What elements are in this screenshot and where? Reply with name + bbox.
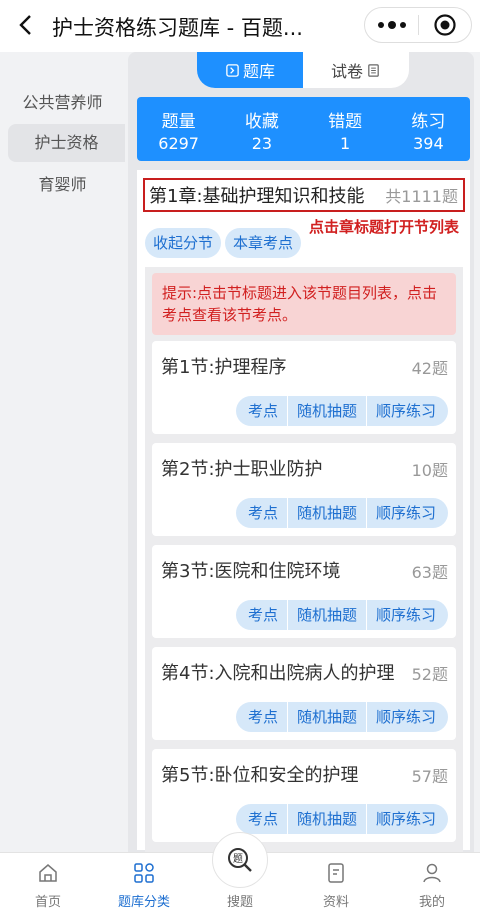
points-button[interactable]: 考点 (236, 498, 287, 528)
points-button[interactable]: 考点 (236, 396, 287, 426)
random-practice-button[interactable]: 随机抽题 (286, 600, 366, 630)
section-item[interactable]: 第4节:入院和出院病人的护理 52题 考点 随机抽题 顺序练习 (152, 647, 456, 740)
section-actions: 考点 随机抽题 顺序练习 (235, 702, 448, 732)
section-actions: 考点 随机抽题 顺序练习 (235, 396, 448, 426)
section-title[interactable]: 第4节:入院和出院病人的护理 (161, 659, 395, 685)
stat-label: 题量 (161, 112, 196, 132)
section-count: 42题 (411, 359, 448, 378)
home-icon (39, 864, 57, 882)
collapse-sections-button[interactable]: 收起分节 (145, 228, 222, 258)
tab-label: 试卷 (330, 62, 363, 81)
section-title[interactable]: 第3节:医院和住院环境 (161, 557, 341, 583)
search-question-button[interactable]: 题 (212, 832, 268, 888)
chapter-points-button[interactable]: 本章考点 (225, 228, 302, 258)
annotation-text: 点击章标题打开节列表 (309, 218, 460, 236)
sequential-practice-button[interactable]: 顺序练习 (365, 498, 448, 528)
section-item[interactable]: 第3节:医院和住院环境 63题 考点 随机抽题 顺序练习 (152, 545, 456, 638)
section-title[interactable]: 第2节:护士职业防护 (161, 455, 323, 481)
sidebar-item-childcare[interactable]: 育婴师 (0, 166, 125, 204)
stat-value: 1 (340, 134, 351, 153)
top-bar: 护士资格练习题库 - 百题... (0, 0, 480, 52)
chapter-title[interactable]: 第1章:基础护理知识和技能 共1111题 (143, 178, 465, 212)
svg-text:题: 题 (233, 853, 243, 865)
question-bank-icon (226, 63, 239, 77)
stat-label: 练习 (411, 112, 446, 132)
sequential-practice-button[interactable]: 顺序练习 (365, 396, 448, 426)
sequential-practice-button[interactable]: 顺序练习 (365, 702, 448, 732)
points-button[interactable]: 考点 (236, 702, 287, 732)
category-icon (134, 863, 154, 883)
category-sidebar: 公共营养师 护士资格 育婴师 (0, 52, 125, 852)
section-item[interactable]: 第1节:护理程序 42题 考点 随机抽题 顺序练习 (152, 341, 456, 434)
nav-category[interactable]: 题库分类 (96, 853, 192, 913)
section-count: 57题 (411, 767, 448, 786)
tab-exam-paper[interactable]: 试卷 (303, 52, 409, 88)
section-count: 63题 (411, 563, 448, 582)
user-icon (423, 863, 441, 883)
section-actions: 考点 随机抽题 顺序练习 (235, 600, 448, 630)
stat-value: 6297 (158, 134, 199, 153)
nav-label: 搜题 (226, 895, 253, 910)
random-practice-button[interactable]: 随机抽题 (286, 498, 366, 528)
nav-materials[interactable]: 资料 (288, 853, 384, 913)
nav-home[interactable]: 首页 (0, 853, 96, 913)
section-title[interactable]: 第1节:护理程序 (161, 353, 287, 379)
section-title[interactable]: 第5节:卧位和安全的护理 (161, 761, 359, 787)
page-title: 护士资格练习题库 - 百题... (52, 16, 303, 40)
nav-label: 题库分类 (117, 895, 170, 910)
close-target-icon[interactable] (419, 8, 471, 42)
stat-wrong[interactable]: 错题 1 (304, 97, 387, 161)
section-actions: 考点 随机抽题 顺序练习 (235, 498, 448, 528)
random-practice-button[interactable]: 随机抽题 (286, 702, 366, 732)
section-item[interactable]: 第2节:护士职业防护 10题 考点 随机抽题 顺序练习 (152, 443, 456, 536)
random-practice-button[interactable]: 随机抽题 (286, 396, 366, 426)
search-question-icon: 题 (228, 848, 252, 872)
chapter-count: 共1111题 (385, 187, 458, 206)
sidebar-item-nutritionist[interactable]: 公共营养师 (0, 84, 125, 122)
section-count: 52题 (411, 665, 448, 684)
stat-label: 错题 (328, 112, 363, 132)
nav-label: 首页 (34, 895, 61, 910)
stat-value: 394 (413, 134, 444, 153)
nav-label: 我的 (418, 895, 445, 910)
chapter-name: 第1章:基础护理知识和技能 (149, 186, 365, 207)
tab-label: 题库 (242, 62, 275, 81)
sequential-practice-button[interactable]: 顺序练习 (365, 804, 448, 834)
stats-banner: 题量 6297 收藏 23 错题 1 练习 394 (137, 97, 470, 161)
points-button[interactable]: 考点 (236, 804, 287, 834)
document-icon (328, 863, 344, 883)
sequential-practice-button[interactable]: 顺序练习 (365, 600, 448, 630)
tab-bar: 题库 试卷 (197, 52, 409, 88)
tip-box: 提示:点击节标题进入该节题目列表，点击考点查看该节考点。 (152, 273, 456, 335)
more-icon[interactable] (365, 8, 418, 42)
section-actions: 考点 随机抽题 顺序练习 (235, 804, 448, 834)
section-item[interactable]: 第5节:卧位和安全的护理 57题 考点 随机抽题 顺序练习 (152, 749, 456, 842)
sidebar-item-nurse[interactable]: 护士资格 (8, 124, 125, 162)
paper-icon (368, 63, 379, 77)
stat-value: 23 (251, 134, 273, 153)
stat-total[interactable]: 题量 6297 (137, 97, 220, 161)
stat-favorites[interactable]: 收藏 23 (220, 97, 303, 161)
points-button[interactable]: 考点 (236, 600, 287, 630)
section-count: 10题 (411, 461, 448, 480)
tab-question-bank[interactable]: 题库 (197, 52, 303, 88)
nav-label: 资料 (322, 895, 349, 910)
stat-practice[interactable]: 练习 394 (387, 97, 470, 161)
random-practice-button[interactable]: 随机抽题 (286, 804, 366, 834)
back-icon[interactable] (14, 12, 40, 38)
stat-label: 收藏 (244, 112, 279, 132)
nav-profile[interactable]: 我的 (384, 853, 480, 913)
mini-program-capsule (364, 7, 472, 43)
